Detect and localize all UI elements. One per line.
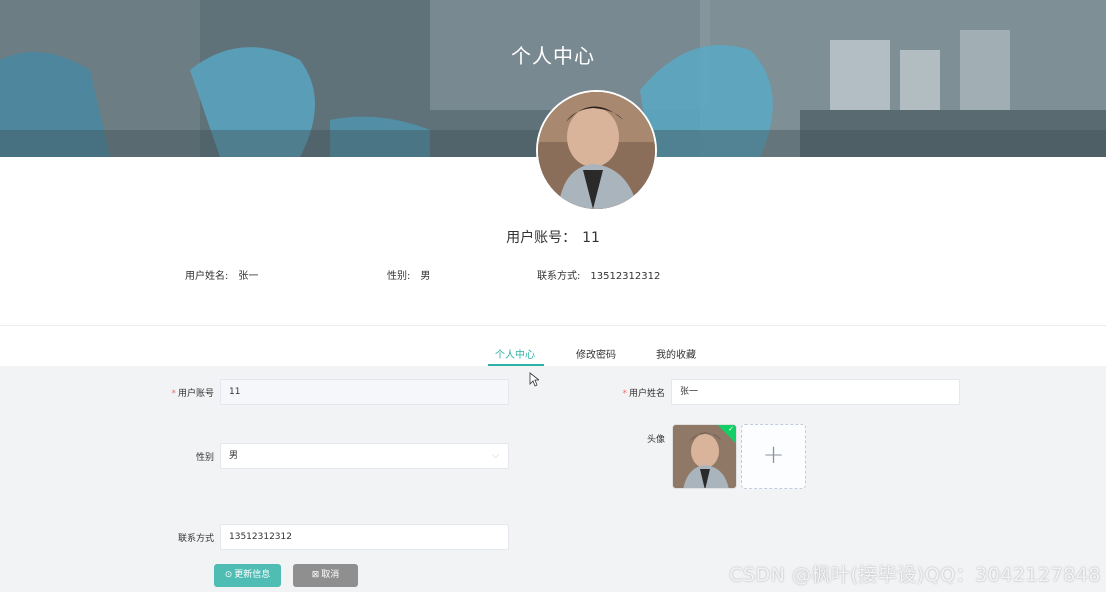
name-field-label-text: 用户姓名	[628, 389, 665, 399]
tab-my-favorites[interactable]: 我的收藏	[656, 346, 696, 361]
gender-field-label: 性别	[195, 453, 214, 463]
required-mark: *	[622, 389, 627, 399]
info-name-value: 张一	[238, 271, 259, 282]
gender-select[interactable]: 男 ⌵	[220, 443, 509, 469]
account-summary: 用户账号： 11	[0, 227, 1106, 247]
uploaded-avatar-thumbnail[interactable]: ✓	[672, 424, 737, 489]
info-gender-label: 性别:	[387, 271, 411, 282]
account-label: 用户账号：	[506, 230, 577, 246]
account-input[interactable]: 11	[220, 379, 509, 405]
phone-input[interactable]: 13512312312	[220, 524, 509, 550]
cancel-button[interactable]: ⊠ 取消	[293, 564, 358, 587]
info-gender: 性别: 男	[387, 267, 430, 282]
user-avatar	[538, 92, 655, 209]
gender-select-value: 男	[229, 451, 239, 461]
info-name-label: 用户姓名:	[185, 271, 229, 282]
avatar-photo	[538, 92, 655, 209]
phone-field-label: 联系方式	[177, 534, 214, 544]
update-info-label: 更新信息	[234, 570, 271, 580]
section-divider	[0, 325, 1106, 326]
name-input[interactable]: 张一	[671, 379, 960, 405]
check-circle-icon: ⊙	[224, 570, 233, 580]
info-phone-label: 联系方式:	[537, 271, 581, 282]
account-value: 11	[582, 230, 600, 246]
account-field-label: * 用户账号	[150, 386, 214, 399]
name-field-label: * 用户姓名	[600, 386, 665, 399]
tab-change-password[interactable]: 修改密码	[576, 346, 616, 361]
update-info-button[interactable]: ⊙ 更新信息	[214, 564, 281, 587]
info-phone-value: 13512312312	[590, 271, 661, 282]
cancel-label: 取消	[321, 570, 340, 580]
profile-tabs: 个人中心 修改密码 我的收藏	[0, 337, 1106, 367]
tab-personal-center[interactable]: 个人中心	[495, 346, 535, 361]
required-mark: *	[171, 389, 176, 399]
account-field-label-text: 用户账号	[177, 389, 214, 399]
upload-add-button[interactable]: +	[741, 424, 806, 489]
mouse-cursor-icon	[529, 372, 539, 387]
chevron-down-icon: ⌵	[492, 451, 499, 461]
info-name: 用户姓名: 张一	[185, 267, 258, 282]
avatar-field-label: 头像	[646, 435, 665, 445]
info-phone: 联系方式: 13512312312	[537, 267, 660, 282]
watermark-text: CSDN @枫叶(接毕设)QQ：3042127848	[729, 564, 1101, 586]
check-icon: ✓	[728, 425, 734, 433]
close-square-icon: ⊠	[311, 570, 320, 580]
info-gender-value: 男	[420, 271, 431, 282]
page-title: 个人中心	[511, 44, 595, 68]
